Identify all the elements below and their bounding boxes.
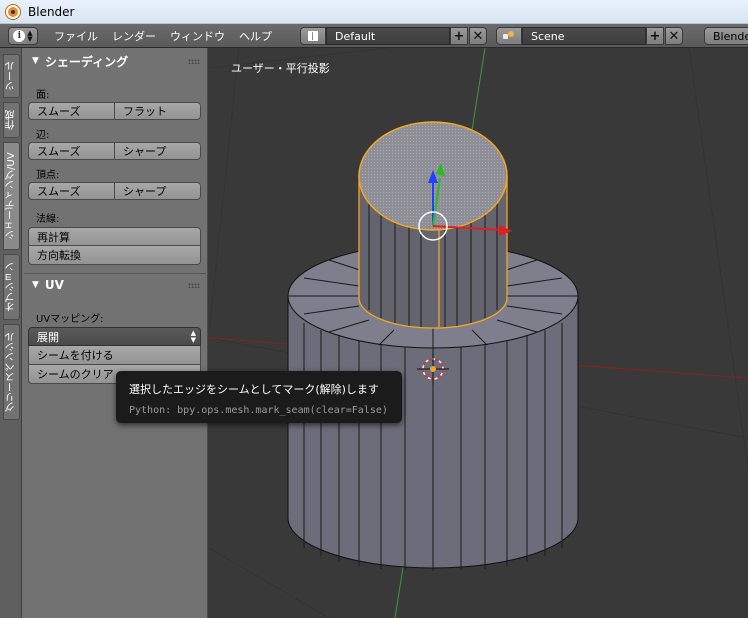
unwrap-label: 展開: [37, 330, 59, 344]
uv-mapping-label: UVマッピング:: [36, 314, 104, 325]
scene-selector: Scene + ✕: [496, 27, 683, 45]
menu-window[interactable]: ウィンドウ: [170, 28, 225, 44]
tooltip-python: Python: bpy.ops.mesh.mark_seam(clear=Fal…: [129, 405, 388, 416]
flip-normals-button[interactable]: 方向転換: [28, 246, 201, 265]
tooltip-description: 選択したエッジをシームとしてマーク(解除)します: [129, 383, 379, 396]
blender-logo-icon: [6, 4, 20, 19]
tool-shelf-tabs: ツール 作成 シェーディング/UV オプション グリースペンシル: [0, 48, 22, 618]
uv-panel-title: UV: [44, 278, 64, 292]
layout-grid-icon: [308, 31, 318, 41]
scene-browse-button[interactable]: [496, 27, 522, 45]
edges-shading-buttons: スムーズ シャープ: [28, 142, 201, 160]
edges-label: 辺:: [36, 130, 50, 141]
tab-create[interactable]: 作成: [3, 102, 20, 138]
vertices-shading-buttons: スムーズ シャープ: [28, 182, 201, 200]
collapse-triangle-icon: ▼: [32, 280, 39, 290]
layout-browse-button[interactable]: [300, 27, 326, 45]
uv-panel-header[interactable]: ▼ UV: [22, 274, 208, 296]
tab-options[interactable]: オプション: [3, 254, 20, 320]
tool-shelf-panel: ▼ シェーディング 面: スムーズ フラット 辺: スムーズ シャープ 頂点: …: [22, 48, 208, 618]
shading-panel-header[interactable]: ▼ シェーディング: [22, 50, 208, 72]
updown-arrows-icon: ▲ ▼: [190, 329, 196, 344]
viewport-canvas[interactable]: [209, 48, 748, 618]
menu-help[interactable]: ヘルプ: [239, 28, 272, 44]
faces-label: 面:: [36, 90, 50, 101]
scene-icon: [503, 31, 515, 41]
viewport-view-label: ユーザー・平行投影: [231, 62, 330, 75]
scene-name-field[interactable]: Scene: [522, 27, 646, 45]
tab-tools[interactable]: ツール: [3, 54, 20, 98]
edges-sharp-button[interactable]: シャープ: [114, 142, 201, 160]
tab-shading-uv[interactable]: シェーディング/UV: [3, 142, 20, 250]
editor-type-button[interactable]: i ▲ ▼: [8, 26, 38, 45]
faces-flat-button[interactable]: フラット: [114, 102, 201, 120]
tab-grease-pencil[interactable]: グリースペンシル: [3, 324, 20, 420]
vertices-smooth-button[interactable]: スムーズ: [28, 182, 114, 200]
window-title: Blender: [28, 4, 75, 19]
drag-grip-icon[interactable]: [188, 283, 200, 288]
add-layout-button[interactable]: +: [450, 27, 468, 45]
add-scene-button[interactable]: +: [646, 27, 664, 45]
delete-layout-button[interactable]: ✕: [469, 27, 487, 45]
menu-bar: i ▲ ▼ ファイル レンダー ウィンドウ ヘルプ Default + ✕ Sce…: [0, 24, 748, 48]
faces-smooth-button[interactable]: スムーズ: [28, 102, 114, 120]
updown-arrows-icon: ▲ ▼: [27, 28, 33, 43]
layout-name-field[interactable]: Default: [326, 27, 450, 45]
menu-file[interactable]: ファイル: [54, 28, 98, 44]
edges-smooth-button[interactable]: スムーズ: [28, 142, 114, 160]
drag-grip-icon[interactable]: [188, 59, 200, 64]
normals-label: 法線:: [36, 214, 60, 225]
collapse-triangle-icon: ▼: [32, 56, 39, 66]
mark-seam-tooltip: 選択したエッジをシームとしてマーク(解除)します Python: bpy.ops…: [116, 371, 402, 423]
recalculate-normals-button[interactable]: 再計算: [28, 227, 201, 246]
unwrap-menu-button[interactable]: 展開 ▲ ▼: [28, 327, 201, 346]
vertices-label: 頂点:: [36, 170, 60, 181]
3d-viewport[interactable]: ユーザー・平行投影: [209, 48, 748, 618]
menu-render[interactable]: レンダー: [112, 28, 156, 44]
render-engine-selector[interactable]: Blender: [704, 27, 748, 45]
shading-panel-title: シェーディング: [44, 54, 129, 69]
mark-seam-button[interactable]: シームを付ける: [28, 346, 201, 365]
vertices-sharp-button[interactable]: シャープ: [114, 182, 201, 200]
screen-layout-selector: Default + ✕: [300, 27, 487, 45]
faces-shading-buttons: スムーズ フラット: [28, 102, 201, 120]
delete-scene-button[interactable]: ✕: [665, 27, 683, 45]
info-icon: i: [13, 29, 26, 42]
window-titlebar: Blender: [0, 0, 748, 24]
